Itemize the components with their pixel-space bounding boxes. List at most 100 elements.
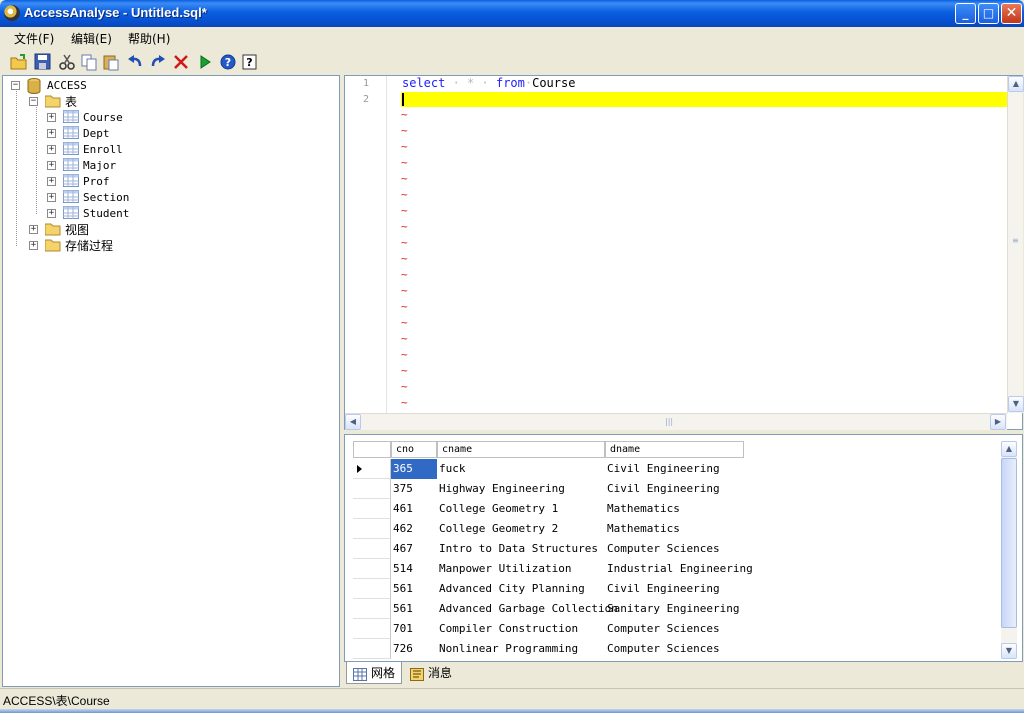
code-line[interactable]: select · * · from·Course [402,76,575,90]
collapse-toggle[interactable]: − [29,97,38,106]
redo-icon[interactable] [149,53,167,71]
expand-toggle[interactable]: + [47,113,56,122]
row-selector[interactable] [353,619,391,639]
expand-toggle[interactable]: + [47,129,56,138]
results-grid[interactable]: cno cname dname 365 fuck Civil Engineering… [344,434,1023,662]
grid-cell[interactable]: Compiler Construction [439,619,607,639]
grid-cell[interactable]: College Geometry 1 [439,499,607,519]
grid-cell[interactable]: 514 [393,559,439,579]
grid-cell[interactable]: Manpower Utilization [439,559,607,579]
menu-file[interactable]: 文件(F) [14,30,54,47]
editor-vertical-scrollbar[interactable]: ▲ ≡ ▼ [1007,76,1024,413]
tab-grid[interactable]: 网格 [346,662,402,684]
expand-toggle[interactable]: + [47,193,56,202]
tab-label: 网格 [371,666,396,680]
expand-toggle[interactable]: + [47,161,56,170]
grid-cell[interactable]: 561 [393,599,439,619]
editor-horizontal-scrollbar[interactable]: ◀ ||| ▶ [345,413,1007,430]
grid-cell[interactable]: 461 [393,499,439,519]
grid-cell[interactable]: 462 [393,519,439,539]
paste-icon[interactable] [102,53,120,71]
grid-cell[interactable]: Industrial Engineering [607,559,767,579]
run-icon[interactable] [196,53,214,71]
scroll-down-button[interactable]: ▼ [1008,396,1024,412]
keyword-from: from [495,76,525,90]
table-identifier: Course [532,76,576,90]
scroll-thumb[interactable]: ||| [665,417,673,426]
empty-line-marker: ~ [401,140,408,153]
grid-cell[interactable]: 365 [391,459,437,479]
grid-cell[interactable]: Nonlinear Programming [439,639,607,659]
grid-cell[interactable]: 726 [393,639,439,659]
empty-line-marker: ~ [401,108,408,121]
scroll-up-button[interactable]: ▲ [1001,441,1017,457]
title-bar[interactable]: AccessAnalyse - Untitled.sql* _ □ ✕ [0,0,1024,27]
grid-cell[interactable]: fuck [439,459,607,479]
grid-cell[interactable]: Civil Engineering [607,459,767,479]
close-button[interactable]: ✕ [1001,3,1022,24]
empty-line-marker: ~ [401,236,408,249]
column-header[interactable]: dname [605,441,744,458]
row-selector[interactable] [353,479,391,499]
object-tree[interactable]: − ACCESS − 表 + Course + Dept + Enroll + … [2,75,340,687]
column-header[interactable]: cno [391,441,437,458]
cut-icon[interactable] [58,53,76,71]
scroll-up-button[interactable]: ▲ [1008,76,1024,92]
minimize-button[interactable]: _ [955,3,976,24]
grid-cell[interactable]: Civil Engineering [607,479,767,499]
grid-vertical-scrollbar[interactable]: ▲ ▼ [1001,441,1017,659]
scroll-down-button[interactable]: ▼ [1001,643,1017,659]
grid-cell[interactable]: Civil Engineering [607,579,767,599]
menu-edit[interactable]: 编辑(E) [71,30,112,47]
grid-cell[interactable]: College Geometry 2 [439,519,607,539]
grid-cell[interactable]: 467 [393,539,439,559]
scroll-right-button[interactable]: ▶ [990,414,1006,430]
row-selector[interactable] [353,639,391,659]
undo-icon[interactable] [126,53,144,71]
keyword-select: select [402,76,446,90]
expand-toggle[interactable]: + [29,225,38,234]
grid-cell[interactable]: Mathematics [607,499,767,519]
context-help-icon[interactable]: ? [241,53,259,71]
grid-cell[interactable]: Mathematics [607,519,767,539]
expand-toggle[interactable]: + [47,209,56,218]
row-selector[interactable] [353,599,391,619]
grid-cell[interactable]: Computer Sciences [607,619,767,639]
copy-icon[interactable] [80,53,98,71]
grid-cell[interactable]: 375 [393,479,439,499]
grid-cell[interactable]: Advanced City Planning [439,579,607,599]
menu-help[interactable]: 帮助(H) [128,30,170,47]
row-selector[interactable] [353,559,391,579]
sql-editor[interactable]: 1 2 select · * · from·Course ~ ~ ~ ~ ~ ~ ~ ~ ~ ~ ~… [344,75,1024,430]
grid-cell[interactable]: Intro to Data Structures [439,539,607,559]
svg-text:?: ? [246,56,252,69]
row-selector[interactable] [353,459,391,479]
maximize-button[interactable]: □ [978,3,999,24]
delete-icon[interactable] [172,53,190,71]
help-icon[interactable]: ? [219,53,237,71]
expand-toggle[interactable]: + [47,177,56,186]
grid-cell[interactable]: 561 [393,579,439,599]
row-selector[interactable] [353,539,391,559]
grid-cell[interactable]: Sanitary Engineering [607,599,767,619]
grid-cell[interactable]: 701 [393,619,439,639]
empty-line-marker: ~ [401,156,408,169]
grid-cell[interactable]: Advanced Garbage Collection [439,599,618,619]
column-header[interactable]: cname [437,441,605,458]
tab-messages[interactable]: 消息 [404,662,460,684]
grid-cell[interactable]: Highway Engineering [439,479,607,499]
scroll-thumb[interactable]: ≡ [1012,236,1019,245]
grid-cell[interactable]: Computer Sciences [607,539,767,559]
database-icon [27,78,41,98]
row-selector[interactable] [353,519,391,539]
scroll-thumb[interactable] [1001,458,1017,628]
expand-toggle[interactable]: + [29,241,38,250]
scroll-left-button[interactable]: ◀ [345,414,361,430]
grid-cell[interactable]: Computer Sciences [607,639,767,659]
row-selector[interactable] [353,499,391,519]
expand-toggle[interactable]: + [47,145,56,154]
save-icon[interactable] [34,53,52,71]
row-selector[interactable] [353,579,391,599]
open-folder-icon[interactable] [10,53,28,71]
collapse-toggle[interactable]: − [11,81,20,90]
